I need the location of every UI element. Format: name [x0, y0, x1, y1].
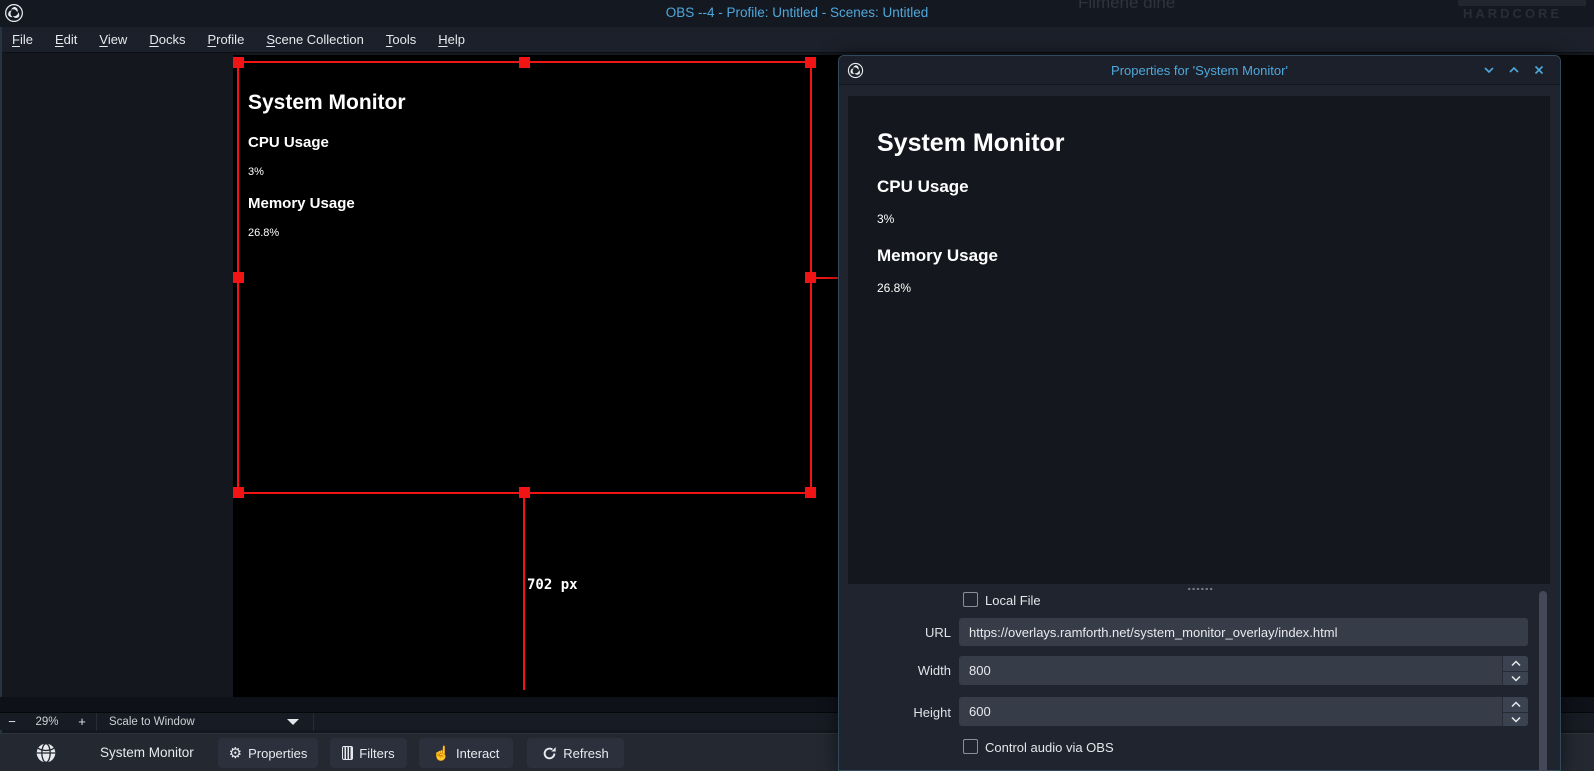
hand-cursor-icon: ☝ [433, 746, 450, 760]
zoom-level: 29% [24, 716, 70, 728]
window-title: OBS --4 - Profile: Untitled - Scenes: Un… [0, 5, 1594, 20]
dock-up-icon[interactable] [1507, 63, 1521, 77]
dock-down-icon[interactable] [1482, 63, 1496, 77]
background-artifact-watermark: HARDCORE [1463, 6, 1562, 21]
refresh-icon [542, 746, 557, 761]
control-audio-label: Control audio via OBS [985, 740, 1114, 755]
divider [313, 713, 314, 731]
spin-down-button[interactable] [1503, 712, 1528, 727]
menu-tools[interactable]: Tools [375, 27, 427, 53]
source-preview-panel: System Monitor CPU Usage 3% Memory Usage… [848, 96, 1550, 584]
filters-icon [342, 746, 353, 760]
resize-handle-middle-left[interactable] [233, 272, 244, 283]
menu-scene-collection[interactable]: Scene Collection [255, 27, 375, 53]
height-input[interactable] [959, 697, 1528, 726]
spin-up-button[interactable] [1503, 656, 1528, 671]
width-input[interactable] [959, 656, 1528, 685]
resize-handle-bottom-right[interactable] [805, 487, 816, 498]
height-spinner [1502, 697, 1528, 726]
url-input[interactable] [959, 618, 1528, 646]
local-file-label: Local File [985, 593, 1041, 608]
zoom-in-button[interactable]: + [70, 714, 94, 729]
close-icon[interactable] [1532, 63, 1546, 77]
preview-memory-value: 26.8% [877, 281, 911, 295]
resize-handle-top-right[interactable] [805, 57, 816, 68]
preview-cpu-value: 3% [877, 212, 894, 226]
browser-source-icon [36, 743, 56, 763]
measurement-line-vertical [523, 492, 525, 690]
menu-profile[interactable]: Profile [196, 27, 255, 53]
preview-cpu-label: CPU Usage [877, 177, 969, 197]
preview-memory-label: Memory Usage [877, 246, 998, 266]
dialog-scrollbar[interactable] [1539, 591, 1547, 771]
obs-window: OBS --4 - Profile: Untitled - Scenes: Un… [0, 0, 1594, 771]
width-label: Width [895, 663, 951, 678]
resize-handle-bottom-left[interactable] [233, 487, 244, 498]
menu-help[interactable]: Help [427, 27, 476, 53]
height-label: Height [895, 705, 951, 720]
background-artifact-text: Filmene dine [1078, 0, 1175, 13]
zoom-out-button[interactable]: − [0, 714, 24, 729]
menu-edit[interactable]: Edit [44, 27, 88, 53]
splitter-drag-handle[interactable] [1187, 587, 1213, 591]
width-spinner [1502, 656, 1528, 685]
properties-dialog: Properties for 'System Monitor' System M… [838, 55, 1561, 771]
filters-button[interactable]: Filters [330, 738, 407, 768]
local-file-checkbox[interactable] [963, 592, 978, 607]
menu-bar: File Edit View Docks Profile Scene Colle… [0, 27, 1594, 53]
resize-handle-top-left[interactable] [233, 57, 244, 68]
gear-icon: ⚙ [229, 746, 242, 761]
divider [96, 713, 97, 731]
scale-mode-dropdown[interactable]: Scale to Window [99, 716, 217, 728]
preview-overlay-title: System Monitor [877, 129, 1065, 158]
interact-button[interactable]: ☝ Interact [419, 738, 513, 768]
window-left-edge [0, 27, 2, 771]
menu-file[interactable]: File [1, 27, 44, 53]
properties-button[interactable]: ⚙ Properties [218, 738, 318, 768]
resize-handle-middle-right[interactable] [805, 272, 816, 283]
selected-source-name[interactable]: System Monitor [100, 745, 194, 760]
chevron-down-icon[interactable] [287, 719, 299, 725]
measurement-label: 702 px [527, 577, 578, 593]
dialog-titlebar: Properties for 'System Monitor' [839, 56, 1560, 85]
resize-handle-top-center[interactable] [519, 57, 530, 68]
url-label: URL [895, 625, 951, 640]
window-titlebar: OBS --4 - Profile: Untitled - Scenes: Un… [0, 0, 1594, 27]
control-audio-checkbox[interactable] [963, 739, 978, 754]
source-selection-box[interactable] [237, 61, 812, 494]
menu-docks[interactable]: Docks [138, 27, 196, 53]
refresh-button[interactable]: Refresh [527, 738, 624, 768]
spin-down-button[interactable] [1503, 671, 1528, 686]
dialog-title: Properties for 'System Monitor' [839, 63, 1560, 78]
menu-view[interactable]: View [88, 27, 138, 53]
spin-up-button[interactable] [1503, 697, 1528, 712]
